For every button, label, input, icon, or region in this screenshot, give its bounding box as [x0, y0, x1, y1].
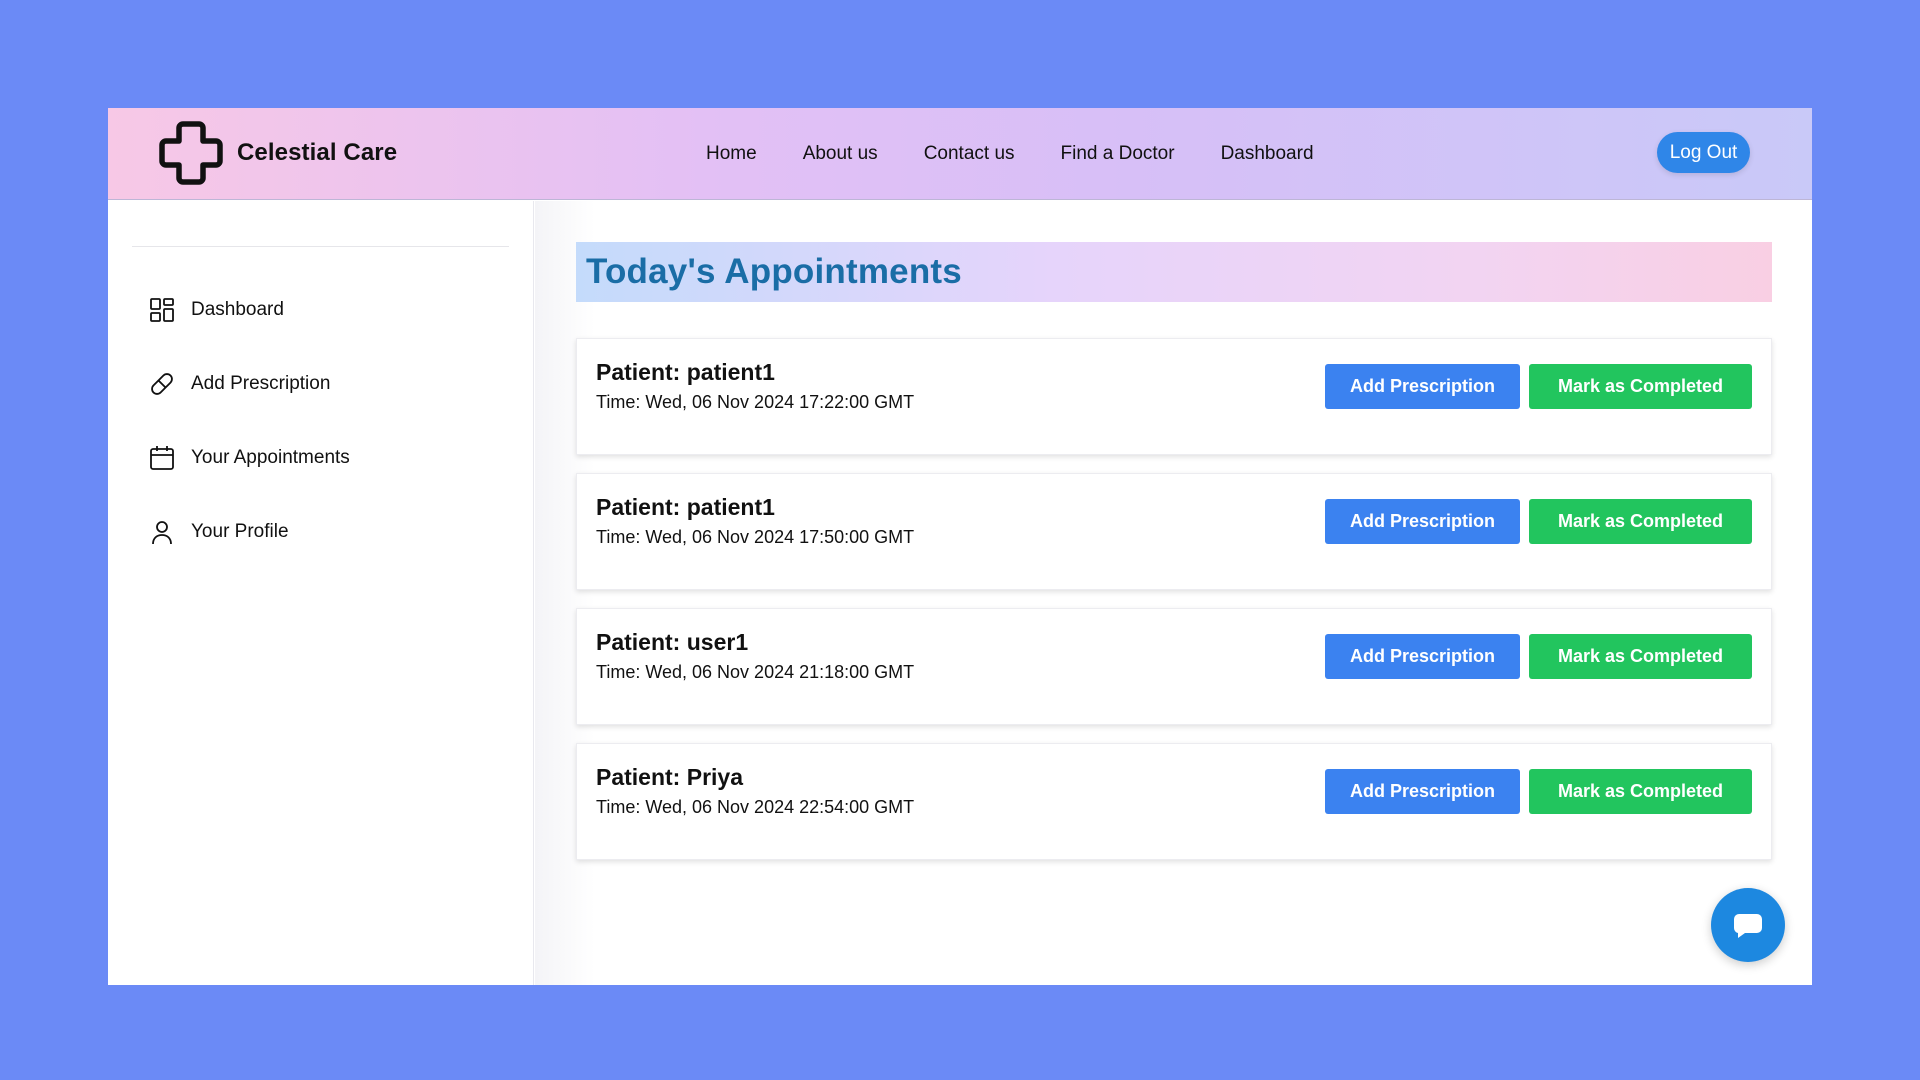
- sidebar: Dashboard Add Prescription Your Appointm…: [108, 201, 534, 985]
- sidebar-item-your-appointments[interactable]: Your Appointments: [148, 438, 350, 478]
- dashboard-grid-icon: [150, 298, 174, 322]
- brand[interactable]: Celestial Care: [156, 117, 397, 189]
- appointment-card: Patient: Priya Time: Wed, 06 Nov 2024 22…: [576, 743, 1772, 860]
- appointment-time: Time: Wed, 06 Nov 2024 17:50:00 GMT: [596, 527, 915, 547]
- add-prescription-button[interactable]: Add Prescription: [1325, 769, 1520, 814]
- patient-name: Patient: Priya: [596, 764, 743, 790]
- sidebar-item-dashboard[interactable]: Dashboard: [148, 290, 284, 330]
- main-content: Today's Appointments Patient: patient1 T…: [535, 201, 1812, 985]
- patient-name: Patient: patient1: [596, 494, 775, 520]
- sidebar-item-add-prescription[interactable]: Add Prescription: [148, 364, 330, 404]
- app-window: Celestial Care Home About us Contact us …: [108, 108, 1812, 985]
- add-prescription-button[interactable]: Add Prescription: [1325, 634, 1520, 679]
- sidebar-item-label: Add Prescription: [191, 373, 331, 394]
- nav-link-about[interactable]: About us: [803, 143, 878, 165]
- appointment-card: Patient: patient1 Time: Wed, 06 Nov 2024…: [576, 338, 1772, 455]
- mark-completed-button[interactable]: Mark as Completed: [1529, 499, 1752, 544]
- mark-completed-button[interactable]: Mark as Completed: [1529, 634, 1752, 679]
- pill-icon: [151, 373, 173, 395]
- nav-links: Home About us Contact us Find a Doctor D…: [706, 108, 1314, 200]
- patient-name: Patient: user1: [596, 629, 749, 655]
- sidebar-item-label: Your Profile: [191, 521, 289, 542]
- page-title: Today's Appointments: [586, 252, 962, 291]
- appointment-time: Time: Wed, 06 Nov 2024 22:54:00 GMT: [596, 797, 915, 817]
- appointment-card: Patient: user1 Time: Wed, 06 Nov 2024 21…: [576, 608, 1772, 725]
- sidebar-divider: [132, 246, 509, 247]
- nav-link-contact[interactable]: Contact us: [924, 143, 1015, 165]
- add-prescription-button[interactable]: Add Prescription: [1325, 499, 1520, 544]
- sidebar-item-your-profile[interactable]: Your Profile: [148, 512, 289, 552]
- nav-link-dashboard[interactable]: Dashboard: [1221, 143, 1314, 165]
- sidebar-item-label: Dashboard: [191, 299, 284, 320]
- nav-link-find-doctor[interactable]: Find a Doctor: [1061, 143, 1175, 165]
- calendar-icon: [150, 446, 174, 470]
- medical-cross-icon: [159, 121, 223, 185]
- patient-name: Patient: patient1: [596, 359, 775, 385]
- appointment-time: Time: Wed, 06 Nov 2024 21:18:00 GMT: [596, 662, 915, 682]
- brand-name: Celestial Care: [237, 139, 398, 166]
- logout-button[interactable]: Log Out: [1657, 132, 1750, 173]
- mark-completed-button[interactable]: Mark as Completed: [1529, 364, 1752, 409]
- chat-button[interactable]: [1711, 888, 1785, 962]
- appointment-card: Patient: patient1 Time: Wed, 06 Nov 2024…: [576, 473, 1772, 590]
- mark-completed-button[interactable]: Mark as Completed: [1529, 769, 1752, 814]
- user-icon: [152, 521, 172, 545]
- page-title-banner: Today's Appointments: [576, 242, 1772, 302]
- chat-bubble-icon: [1733, 914, 1762, 938]
- appointment-time: Time: Wed, 06 Nov 2024 17:22:00 GMT: [596, 392, 915, 412]
- add-prescription-button[interactable]: Add Prescription: [1325, 364, 1520, 409]
- nav-link-home[interactable]: Home: [706, 143, 757, 165]
- navbar: Celestial Care Home About us Contact us …: [108, 108, 1812, 200]
- sidebar-item-label: Your Appointments: [191, 447, 350, 468]
